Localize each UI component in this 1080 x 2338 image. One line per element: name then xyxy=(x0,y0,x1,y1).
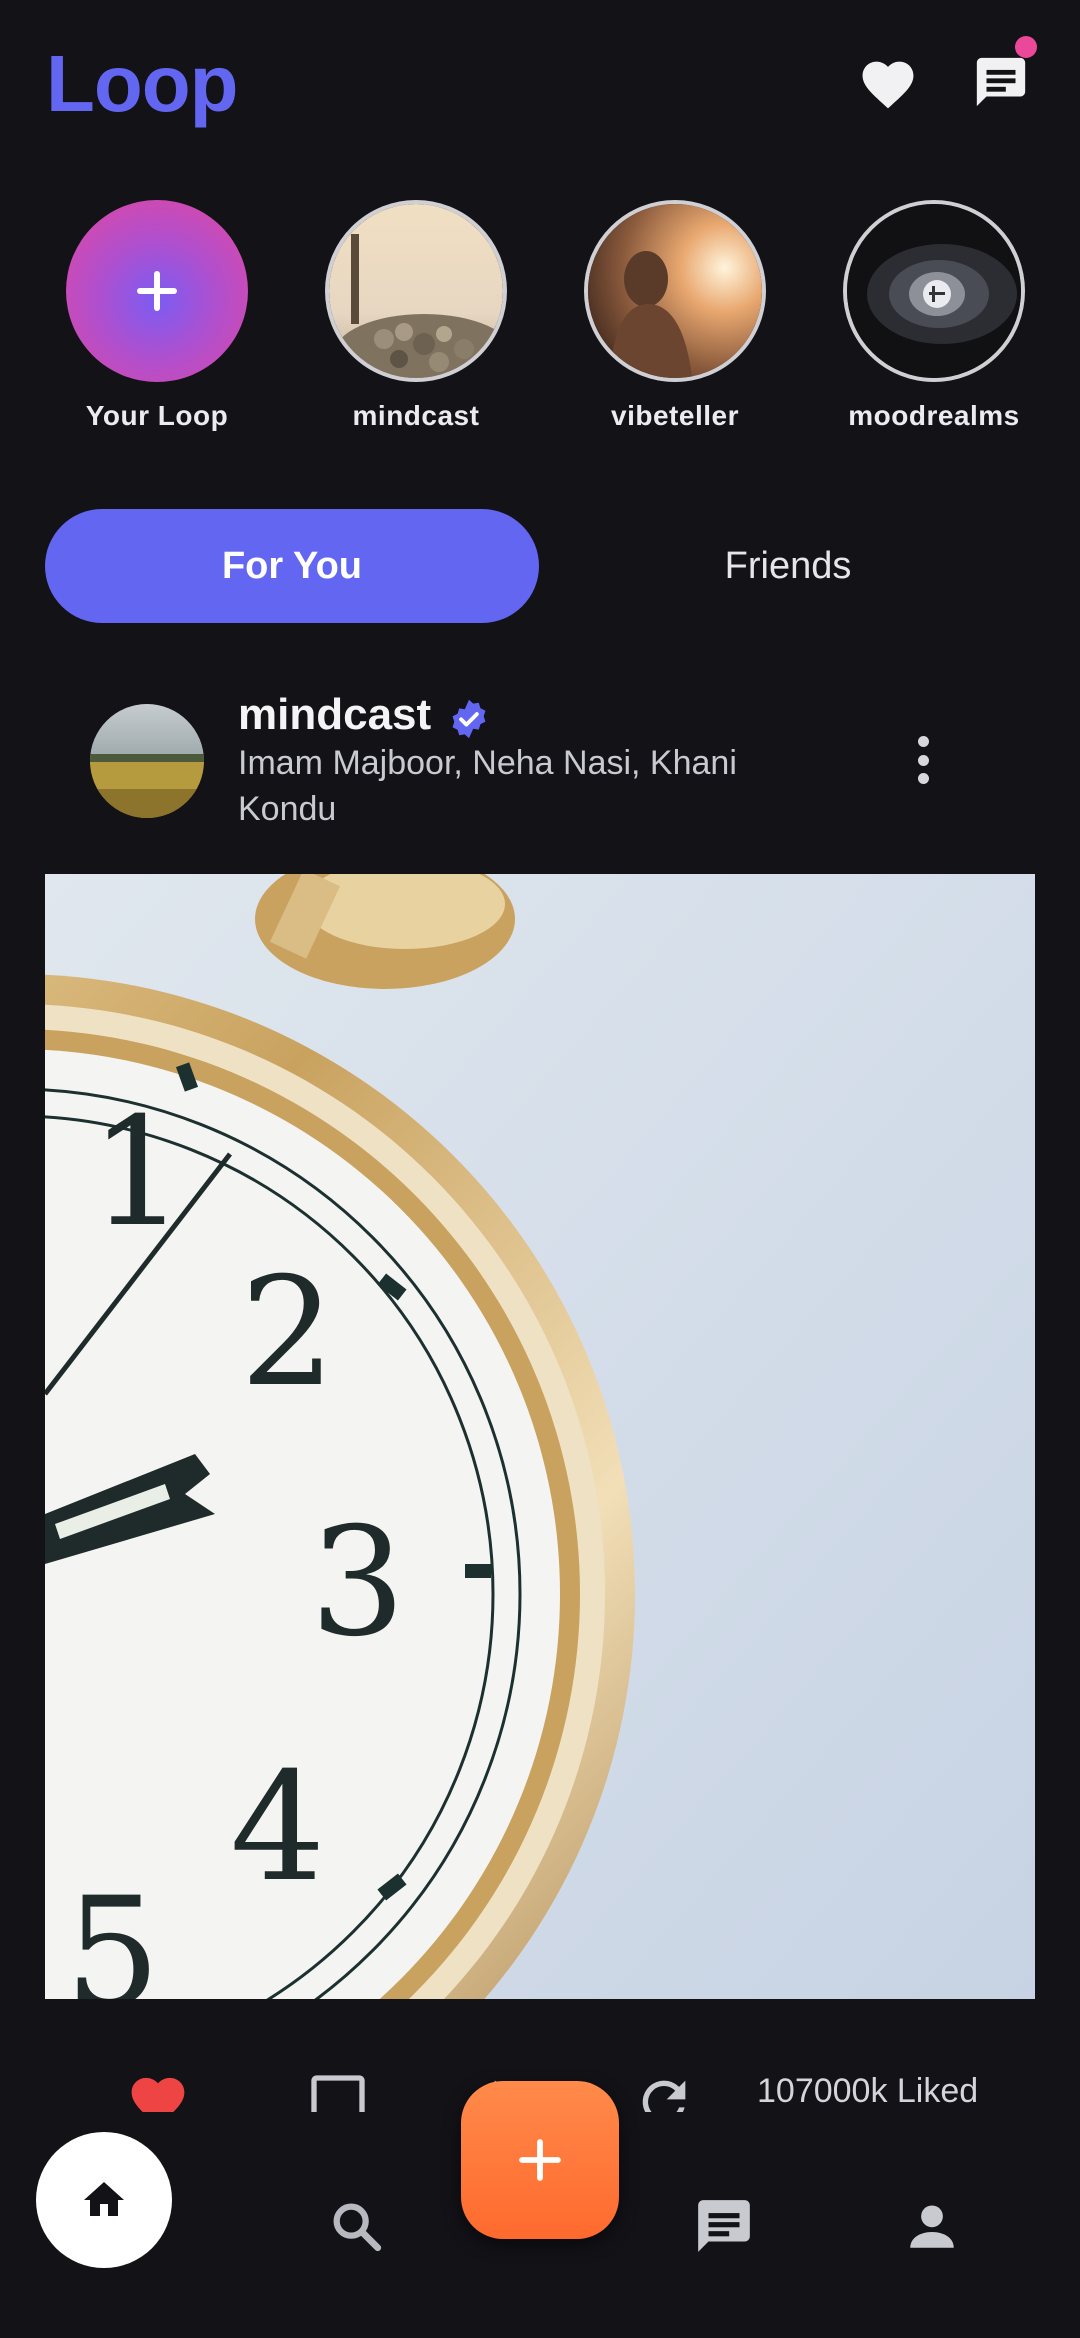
likes-count: 107000k Liked xyxy=(757,2072,979,2110)
messages-icon[interactable] xyxy=(690,2192,758,2260)
story-avatar[interactable] xyxy=(843,200,1025,382)
svg-text:2: 2 xyxy=(240,1246,335,1420)
profile-icon[interactable] xyxy=(898,2192,966,2260)
tab-for-you[interactable]: For You xyxy=(45,509,539,623)
post-avatar[interactable] xyxy=(90,704,204,818)
more-options-icon[interactable] xyxy=(900,730,946,790)
post-header: mindcast Imam Majboor, Neha Nasi, Khani … xyxy=(0,690,1080,840)
app-header: Loop xyxy=(0,0,1080,170)
stories-row: Your Loop mindcast vibeteller moodrealms xyxy=(0,200,1080,450)
post-username[interactable]: mindcast xyxy=(238,690,431,740)
add-story-button[interactable] xyxy=(66,200,248,382)
post-subtitle: Imam Majboor, Neha Nasi, Khani Kondu xyxy=(238,744,737,828)
story-label: mindcast xyxy=(352,400,480,431)
story-label: Your Loop xyxy=(85,400,229,431)
add-icon[interactable] xyxy=(461,2081,619,2239)
search-icon[interactable] xyxy=(322,2192,390,2260)
story-moodrealms[interactable]: moodrealms xyxy=(834,200,1034,432)
feed-tabs: For You Friends xyxy=(45,509,1035,623)
post-image[interactable]: 1 2 3 4 5 xyxy=(45,874,1035,1999)
story-label: vibeteller xyxy=(611,400,739,431)
story-label: moodrealms xyxy=(848,400,1020,431)
tab-friends[interactable]: Friends xyxy=(541,509,1035,623)
svg-text:4: 4 xyxy=(230,1741,325,1915)
heart-icon[interactable] xyxy=(848,42,928,122)
verified-badge-icon xyxy=(448,698,490,740)
svg-text:3: 3 xyxy=(310,1496,405,1670)
home-icon[interactable] xyxy=(36,2132,172,2268)
story-avatar[interactable] xyxy=(584,200,766,382)
story-your-loop[interactable]: Your Loop xyxy=(57,200,257,432)
chat-icon[interactable] xyxy=(961,36,1041,122)
svg-text:5: 5 xyxy=(65,1866,160,1999)
notification-dot xyxy=(1015,36,1037,58)
story-avatar[interactable] xyxy=(325,200,507,382)
story-vibeteller[interactable]: vibeteller xyxy=(575,200,775,432)
story-mindcast[interactable]: mindcast xyxy=(316,200,516,432)
app-logo: Loop xyxy=(46,39,238,128)
